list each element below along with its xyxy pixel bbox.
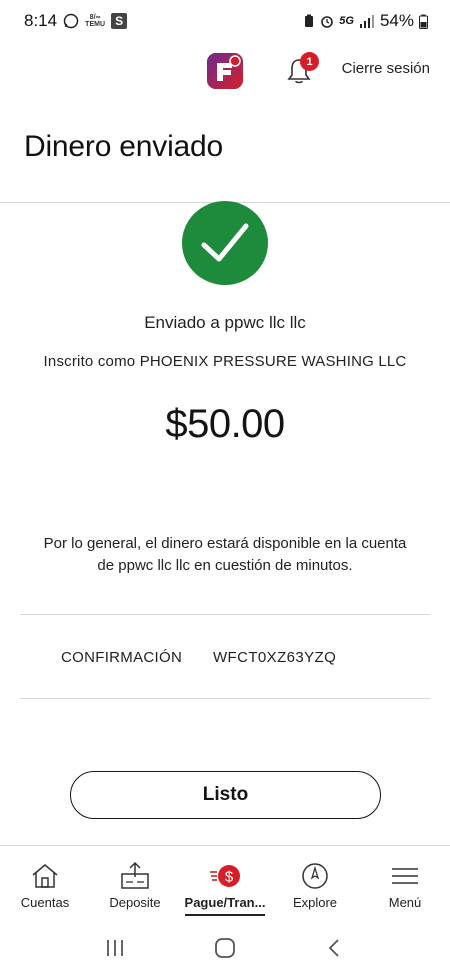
notification-count-badge: 1	[300, 52, 319, 71]
amount-sent: $50.00	[165, 402, 285, 446]
nav-label: Deposite	[109, 895, 161, 910]
nav-label: Explore	[292, 895, 338, 910]
bottom-nav: Cuentas Deposite $ Pague/Tran... Explore	[0, 845, 450, 917]
success-check-icon	[182, 201, 268, 285]
network-type: 5G	[339, 15, 354, 27]
house-icon	[32, 864, 58, 888]
nav-label: Pague/Tran...	[184, 895, 266, 910]
enrolled-as-text: Inscrito como PHOENIX PRESSURE WASHING L…	[43, 353, 407, 370]
nav-item-pay-transfer[interactable]: $ Pague/Tran...	[180, 846, 270, 917]
hamburger-icon	[392, 868, 418, 884]
nav-label: Menú	[388, 895, 422, 910]
nav-item-deposit[interactable]: Deposite	[90, 846, 180, 917]
nav-item-accounts[interactable]: Cuentas	[0, 846, 90, 917]
app-header: 1 Cierre sesión	[0, 48, 450, 92]
deposit-icon	[121, 861, 149, 889]
battery-percent: 54%	[379, 11, 414, 30]
signal-icon	[359, 15, 374, 28]
svg-text:$: $	[225, 869, 234, 886]
signout-button[interactable]: Cierre sesión	[342, 60, 430, 77]
page-title: Dinero enviado	[24, 130, 223, 163]
confirmation-number: WFCT0XZ63YZQ	[213, 649, 337, 666]
back-icon[interactable]	[323, 936, 347, 960]
divider	[20, 614, 430, 615]
recent-apps-icon[interactable]	[103, 936, 127, 960]
availability-note: Por lo general, el dinero estará disponi…	[43, 535, 407, 574]
pay-transfer-icon: $	[210, 865, 240, 887]
nav-label: Cuentas	[20, 895, 70, 910]
done-button[interactable]: Listo	[70, 771, 381, 819]
system-nav-bar	[0, 920, 450, 976]
active-tab-indicator	[185, 914, 265, 916]
battery-icon	[419, 14, 428, 29]
s-notification-icon: S	[111, 13, 128, 29]
home-icon[interactable]	[213, 936, 237, 960]
sent-to-text: Enviado a ppwc llc llc	[144, 313, 306, 332]
temu-notification-icon: 8/∞ TEMU	[85, 14, 106, 28]
whatsapp-icon	[63, 13, 79, 29]
nav-item-explore[interactable]: Explore	[270, 846, 360, 917]
confirmation-label: CONFIRMACIÓN	[61, 649, 183, 666]
battery-saver-icon	[305, 14, 314, 27]
nav-item-menu[interactable]: Menú	[360, 846, 450, 917]
compass-icon	[302, 863, 328, 889]
bank-logo-icon[interactable]	[206, 52, 244, 90]
status-bar: 8:14 8/∞ TEMU S 5G 54%	[0, 0, 450, 42]
alarm-icon	[321, 16, 334, 28]
status-time: 8:14	[24, 11, 58, 30]
divider	[20, 698, 430, 699]
